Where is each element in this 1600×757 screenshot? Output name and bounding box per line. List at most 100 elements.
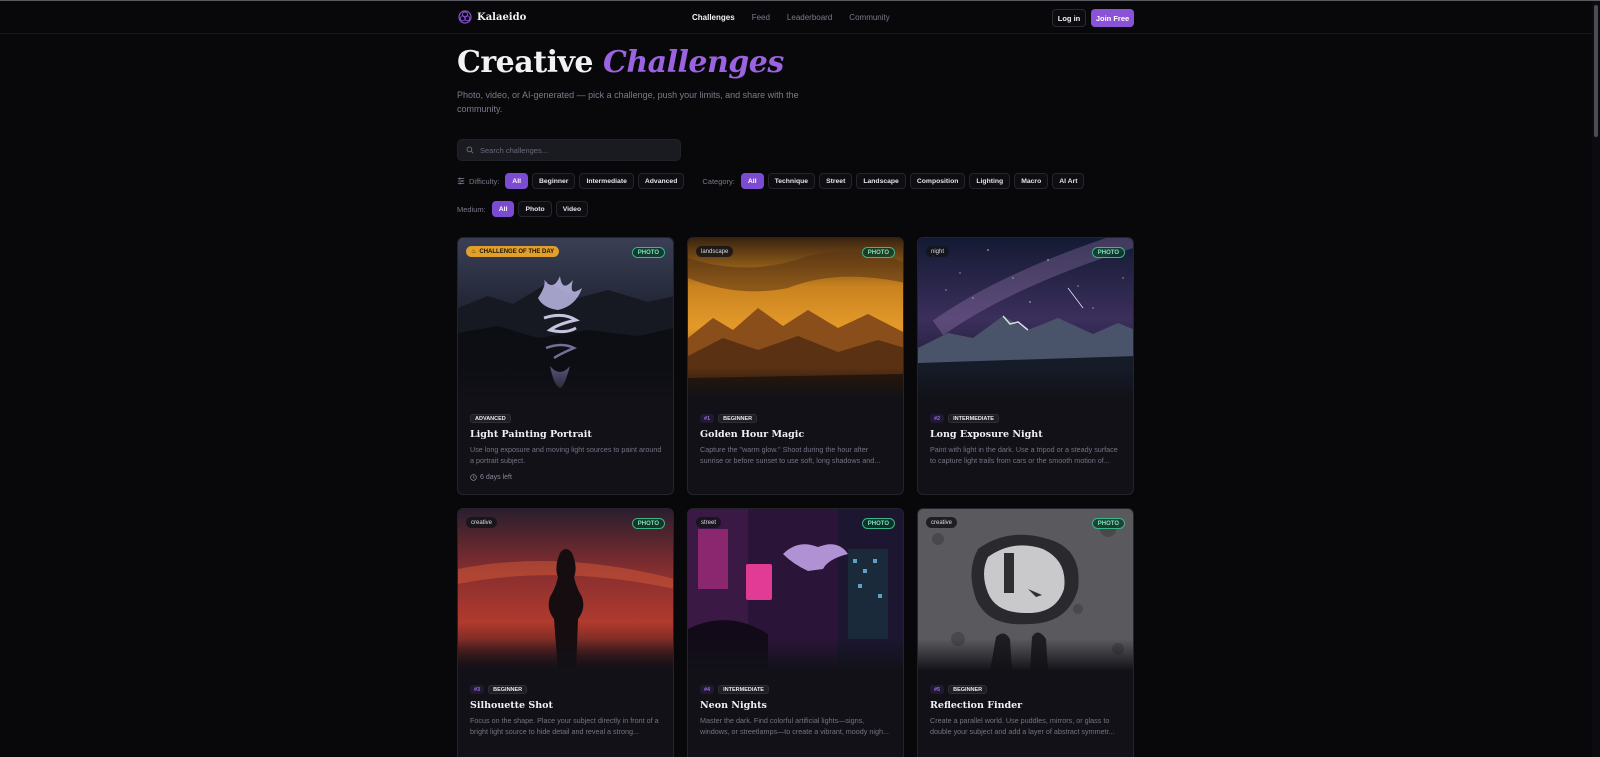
- category-chip-technique[interactable]: Technique: [767, 173, 816, 189]
- category-chip-landscape[interactable]: Landscape: [856, 173, 906, 189]
- challenge-card[interactable]: ♨ CHALLENGE OF THE DAY PHOTO ADVANCED Lig…: [457, 237, 674, 495]
- card-meta: #1 BEGINNER: [700, 414, 758, 423]
- difficulty-badge: INTERMEDIATE: [718, 685, 769, 694]
- medium-chip-all[interactable]: All: [491, 201, 515, 217]
- search-icon: [466, 146, 474, 154]
- medium-badge: PHOTO: [1091, 518, 1125, 529]
- difficulty-chip-beginner[interactable]: Beginner: [531, 173, 576, 189]
- cotd-badge-text: CHALLENGE OF THE DAY: [479, 248, 555, 255]
- challenge-image: [688, 509, 903, 671]
- category-tag: night: [926, 246, 950, 257]
- card-meta: ADVANCED: [470, 414, 511, 423]
- image-fade: [918, 639, 1133, 671]
- category-chip-all[interactable]: All: [740, 173, 764, 189]
- medium-badge: PHOTO: [1091, 247, 1125, 258]
- category-tag: landscape: [696, 246, 734, 257]
- image-fade: [458, 639, 673, 671]
- category-chip-composition[interactable]: Composition: [909, 173, 966, 189]
- challenge-image: [918, 238, 1133, 400]
- category-filter-label: Category:: [702, 176, 735, 186]
- time-left: 6 days left: [470, 474, 512, 481]
- card-meta: #2 INTERMEDIATE: [930, 414, 999, 423]
- brand-logo[interactable]: Kalaeido: [458, 10, 526, 24]
- card-meta: #3 BEGINNER: [470, 685, 528, 694]
- category-tag: street: [696, 517, 722, 528]
- challenge-number: #2: [930, 414, 945, 423]
- difficulty-badge: BEGINNER: [948, 685, 988, 694]
- challenge-number: #1: [700, 414, 715, 423]
- medium-chip-photo[interactable]: Photo: [518, 201, 552, 217]
- medium-badge: PHOTO: [631, 247, 665, 258]
- challenge-description: Use long exposure and moving light sourc…: [470, 445, 662, 465]
- search-box[interactable]: [457, 139, 681, 161]
- challenge-title[interactable]: Reflection Finder: [930, 700, 1022, 711]
- difficulty-chip-all[interactable]: All: [505, 173, 528, 189]
- medium-badge: PHOTO: [861, 518, 895, 529]
- category-chip-street[interactable]: Street: [819, 173, 853, 189]
- challenge-title[interactable]: Silhouette Shot: [470, 700, 553, 711]
- page-scrollbar[interactable]: [1592, 1, 1600, 757]
- difficulty-label-text: Difficulty:: [469, 176, 500, 186]
- category-tag: creative: [926, 517, 958, 528]
- difficulty-chip-intermediate[interactable]: Intermediate: [579, 173, 634, 189]
- challenge-image: [688, 238, 903, 400]
- card-meta: #4 INTERMEDIATE: [700, 685, 769, 694]
- medium-chip-video[interactable]: Video: [555, 201, 589, 217]
- image-fade: [918, 368, 1133, 400]
- sliders-icon: [457, 177, 465, 185]
- challenge-card[interactable]: night PHOTO #2 INTERMEDIATE Long Exposur…: [917, 237, 1134, 495]
- challenge-number: #4: [700, 685, 715, 694]
- page-subtitle: Photo, video, or AI-generated — pick a c…: [457, 90, 799, 114]
- challenge-description: Create a parallel world. Use puddles, mi…: [930, 716, 1115, 736]
- challenge-of-the-day-badge: ♨ CHALLENGE OF THE DAY: [466, 246, 560, 257]
- challenge-number: #3: [470, 685, 485, 694]
- image-fade: [688, 639, 903, 671]
- join-free-button[interactable]: Join Free: [1091, 9, 1134, 27]
- challenge-title[interactable]: Light Painting Portrait: [470, 429, 592, 440]
- challenge-card[interactable]: landscape PHOTO #1 BEGINNER Golden Hour …: [687, 237, 904, 495]
- nav-link-feed[interactable]: Feed: [752, 13, 770, 22]
- login-button[interactable]: Log in: [1052, 9, 1086, 27]
- clock-icon: [470, 474, 477, 481]
- page-title: Creative Challenges: [457, 45, 784, 80]
- challenge-description: Master the dark. Find colorful artificia…: [700, 716, 889, 736]
- challenge-description: Paint with light in the dark. Use a trip…: [930, 445, 1118, 465]
- challenge-description: Focus on the shape. Place your subject d…: [470, 716, 659, 736]
- nav-link-leaderboard[interactable]: Leaderboard: [787, 13, 832, 22]
- nav-link-community[interactable]: Community: [849, 13, 889, 22]
- challenge-number: #5: [930, 685, 945, 694]
- card-meta: #5 BEGINNER: [930, 685, 988, 694]
- flame-icon: ♨: [471, 249, 477, 255]
- challenge-card[interactable]: street PHOTO #4 INTERMEDIATE Neon Nights…: [687, 508, 904, 757]
- brand-name: Kalaeido: [477, 11, 527, 23]
- category-chip-macro[interactable]: Macro: [1014, 173, 1049, 189]
- challenge-image: [458, 509, 673, 671]
- challenge-image: [458, 238, 673, 400]
- medium-filter-label: Medium:: [457, 204, 486, 214]
- category-chip-ai-art[interactable]: AI Art: [1052, 173, 1085, 189]
- search-input[interactable]: [480, 145, 670, 155]
- difficulty-filter-label: Difficulty:: [457, 177, 499, 186]
- difficulty-badge: BEGINNER: [488, 685, 528, 694]
- challenge-title[interactable]: Golden Hour Magic: [700, 429, 804, 440]
- difficulty-badge: BEGINNER: [718, 414, 758, 423]
- challenge-card[interactable]: creative PHOTO #5 BEGINNER Reflection Fi…: [917, 508, 1134, 757]
- nav-links: Challenges Feed Leaderboard Community: [692, 13, 890, 22]
- challenge-title[interactable]: Neon Nights: [700, 700, 767, 711]
- challenge-description: Capture the "warm glow." Shoot during th…: [700, 445, 881, 465]
- scrollbar-thumb[interactable]: [1594, 5, 1598, 137]
- category-tag: creative: [466, 517, 498, 528]
- medium-badge: PHOTO: [631, 518, 665, 529]
- medium-badge: PHOTO: [861, 247, 895, 258]
- category-chip-lighting[interactable]: Lighting: [969, 173, 1011, 189]
- top-navigation: Kalaeido Challenges Feed Leaderboard Com…: [0, 1, 1592, 34]
- kaleidoscope-icon: [458, 10, 472, 24]
- difficulty-badge: INTERMEDIATE: [948, 414, 999, 423]
- page-title-accent: Challenges: [602, 45, 784, 80]
- challenge-image: [918, 509, 1133, 671]
- nav-link-challenges[interactable]: Challenges: [692, 13, 735, 22]
- challenge-title[interactable]: Long Exposure Night: [930, 429, 1043, 440]
- challenge-card[interactable]: creative PHOTO #3 BEGINNER Silhouette Sh…: [457, 508, 674, 757]
- filter-row-medium: Medium: All Photo Video: [457, 201, 592, 217]
- difficulty-chip-advanced[interactable]: Advanced: [637, 173, 685, 189]
